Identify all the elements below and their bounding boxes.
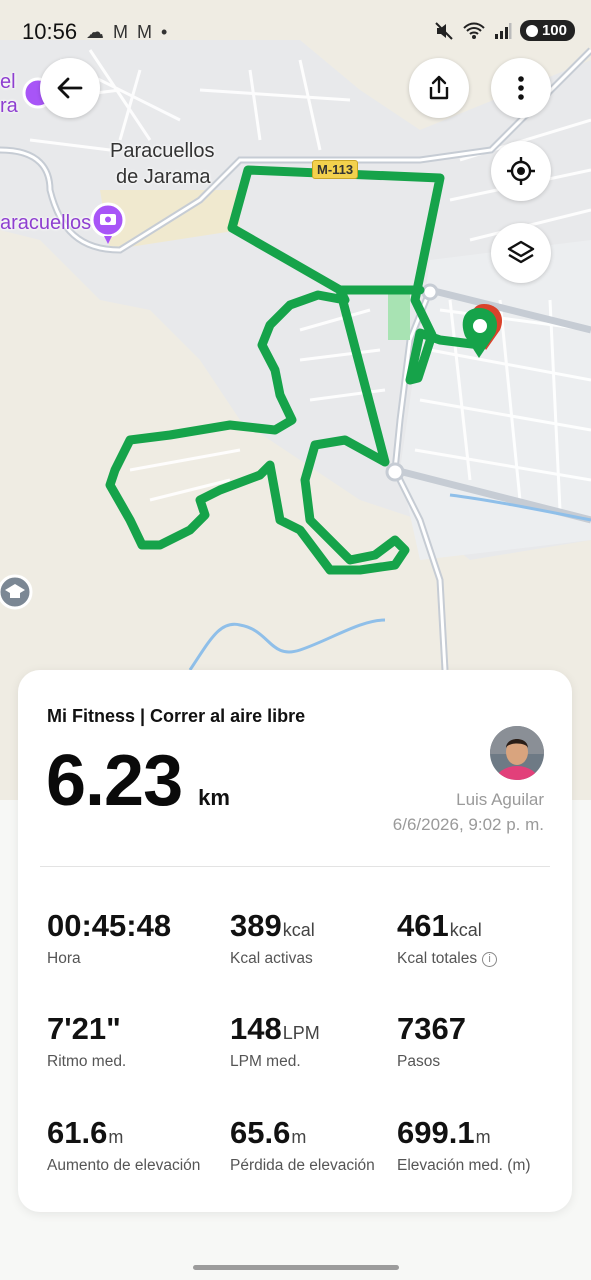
metric-elevation-gain: 61.6m Aumento de elevación — [47, 1115, 200, 1175]
metric-label: Kcal totales i — [397, 950, 498, 968]
metric-number: 389 — [230, 908, 282, 943]
metric-unit: kcal — [282, 920, 315, 940]
wifi-icon — [463, 22, 485, 39]
poi-label-topleft: el ra — [0, 70, 18, 118]
metric-number: 00:45:48 — [47, 908, 172, 943]
metric-label-text: Kcal totales — [397, 950, 478, 967]
metric-number: 7'21" — [47, 1011, 121, 1046]
workout-datetime: 6/6/2026, 9:02 p. m. — [392, 815, 544, 834]
metric-avg-hr: 148LPM LPM med. — [230, 1011, 320, 1071]
metric-value: 00:45:48 — [47, 908, 172, 944]
town-label-line2: de Jarama — [116, 166, 211, 188]
more-button[interactable] — [491, 58, 551, 118]
battery-level: 100 — [541, 22, 567, 39]
distance-unit: km — [198, 785, 230, 810]
avatar[interactable] — [490, 726, 544, 780]
metric-number: 148 — [230, 1011, 282, 1046]
metric-avg-elevation: 699.1m Elevación med. (m) — [397, 1115, 531, 1175]
metric-unit: LPM — [282, 1023, 320, 1043]
workout-summary-card: Mi Fitness | Correr al aire libre 6.23 k… — [18, 670, 572, 1212]
share-button[interactable] — [409, 58, 469, 118]
notification-icons: ☁ M M • — [86, 22, 170, 42]
poi-label-left: aracuellos — [0, 212, 92, 234]
metric-value: 7367 — [397, 1011, 467, 1047]
battery-icon: 100 — [519, 20, 575, 41]
signal-icon — [494, 22, 512, 39]
status-time: 10:56 — [22, 19, 78, 44]
mute-icon — [435, 21, 453, 40]
divider — [40, 866, 550, 867]
locate-button[interactable] — [491, 141, 551, 201]
metric-unit: m — [291, 1127, 307, 1147]
metric-steps: 7367 Pasos — [397, 1011, 467, 1071]
card-title: Mi Fitness | Correr al aire libre — [47, 706, 306, 726]
metric-number: 699.1 — [397, 1115, 475, 1150]
status-bar: 10:56 ☁ M M • 100 — [0, 0, 591, 64]
metric-duration: 00:45:48 Hora — [47, 908, 172, 968]
metric-number: 61.6 — [47, 1115, 108, 1150]
home-indicator[interactable] — [193, 1265, 399, 1270]
town-label-line1: Paracuellos — [110, 140, 215, 162]
metric-avg-pace: 7'21" Ritmo med. — [47, 1011, 126, 1071]
town-label: Paracuellos de Jarama — [110, 138, 215, 190]
more-icon — [518, 76, 524, 100]
metric-unit: m — [108, 1127, 124, 1147]
poi-label-topleft-line2: ra — [0, 95, 18, 117]
metric-number: 461 — [397, 908, 449, 943]
locate-icon — [507, 157, 535, 185]
metric-label: Kcal activas — [230, 950, 313, 967]
road-badge: M-113 — [312, 160, 359, 179]
layers-icon — [507, 240, 535, 264]
metric-value: 7'21" — [47, 1011, 126, 1047]
metric-label: Ritmo med. — [47, 1053, 127, 1070]
metric-unit: kcal — [449, 920, 482, 940]
metric-label: Pasos — [397, 1053, 441, 1070]
metric-unit: m — [475, 1127, 491, 1147]
poi-school-icon — [0, 574, 33, 610]
back-button[interactable] — [40, 58, 100, 118]
metric-elevation-loss: 65.6m Pérdida de elevación — [230, 1115, 375, 1175]
distance: 6.23 km — [46, 740, 230, 822]
metric-value: 699.1m — [397, 1115, 531, 1151]
metric-value: 461kcal — [397, 908, 497, 944]
metric-number: 65.6 — [230, 1115, 291, 1150]
back-icon — [57, 77, 83, 99]
metric-label: Pérdida de elevación — [230, 1157, 375, 1174]
poi-label-topleft-line1: el — [0, 71, 16, 93]
metric-value: 61.6m — [47, 1115, 200, 1151]
metric-value: 389kcal — [230, 908, 315, 944]
share-icon — [429, 75, 449, 100]
layers-button[interactable] — [491, 223, 551, 283]
metric-value: 65.6m — [230, 1115, 375, 1151]
user-name: Luis Aguilar — [456, 790, 544, 809]
distance-value: 6.23 — [46, 741, 183, 821]
metric-label: LPM med. — [230, 1053, 301, 1070]
metric-active-kcal: 389kcal Kcal activas — [230, 908, 315, 968]
metric-label: Hora — [47, 950, 81, 967]
metric-number: 7367 — [397, 1011, 466, 1046]
info-icon[interactable]: i — [482, 951, 498, 967]
metric-label: Aumento de elevación — [47, 1157, 201, 1174]
metric-total-kcal: 461kcal Kcal totales i — [397, 908, 498, 968]
metric-value: 148LPM — [230, 1011, 320, 1047]
metric-label: Elevación med. (m) — [397, 1157, 531, 1174]
system-icons: 100 — [434, 20, 575, 41]
